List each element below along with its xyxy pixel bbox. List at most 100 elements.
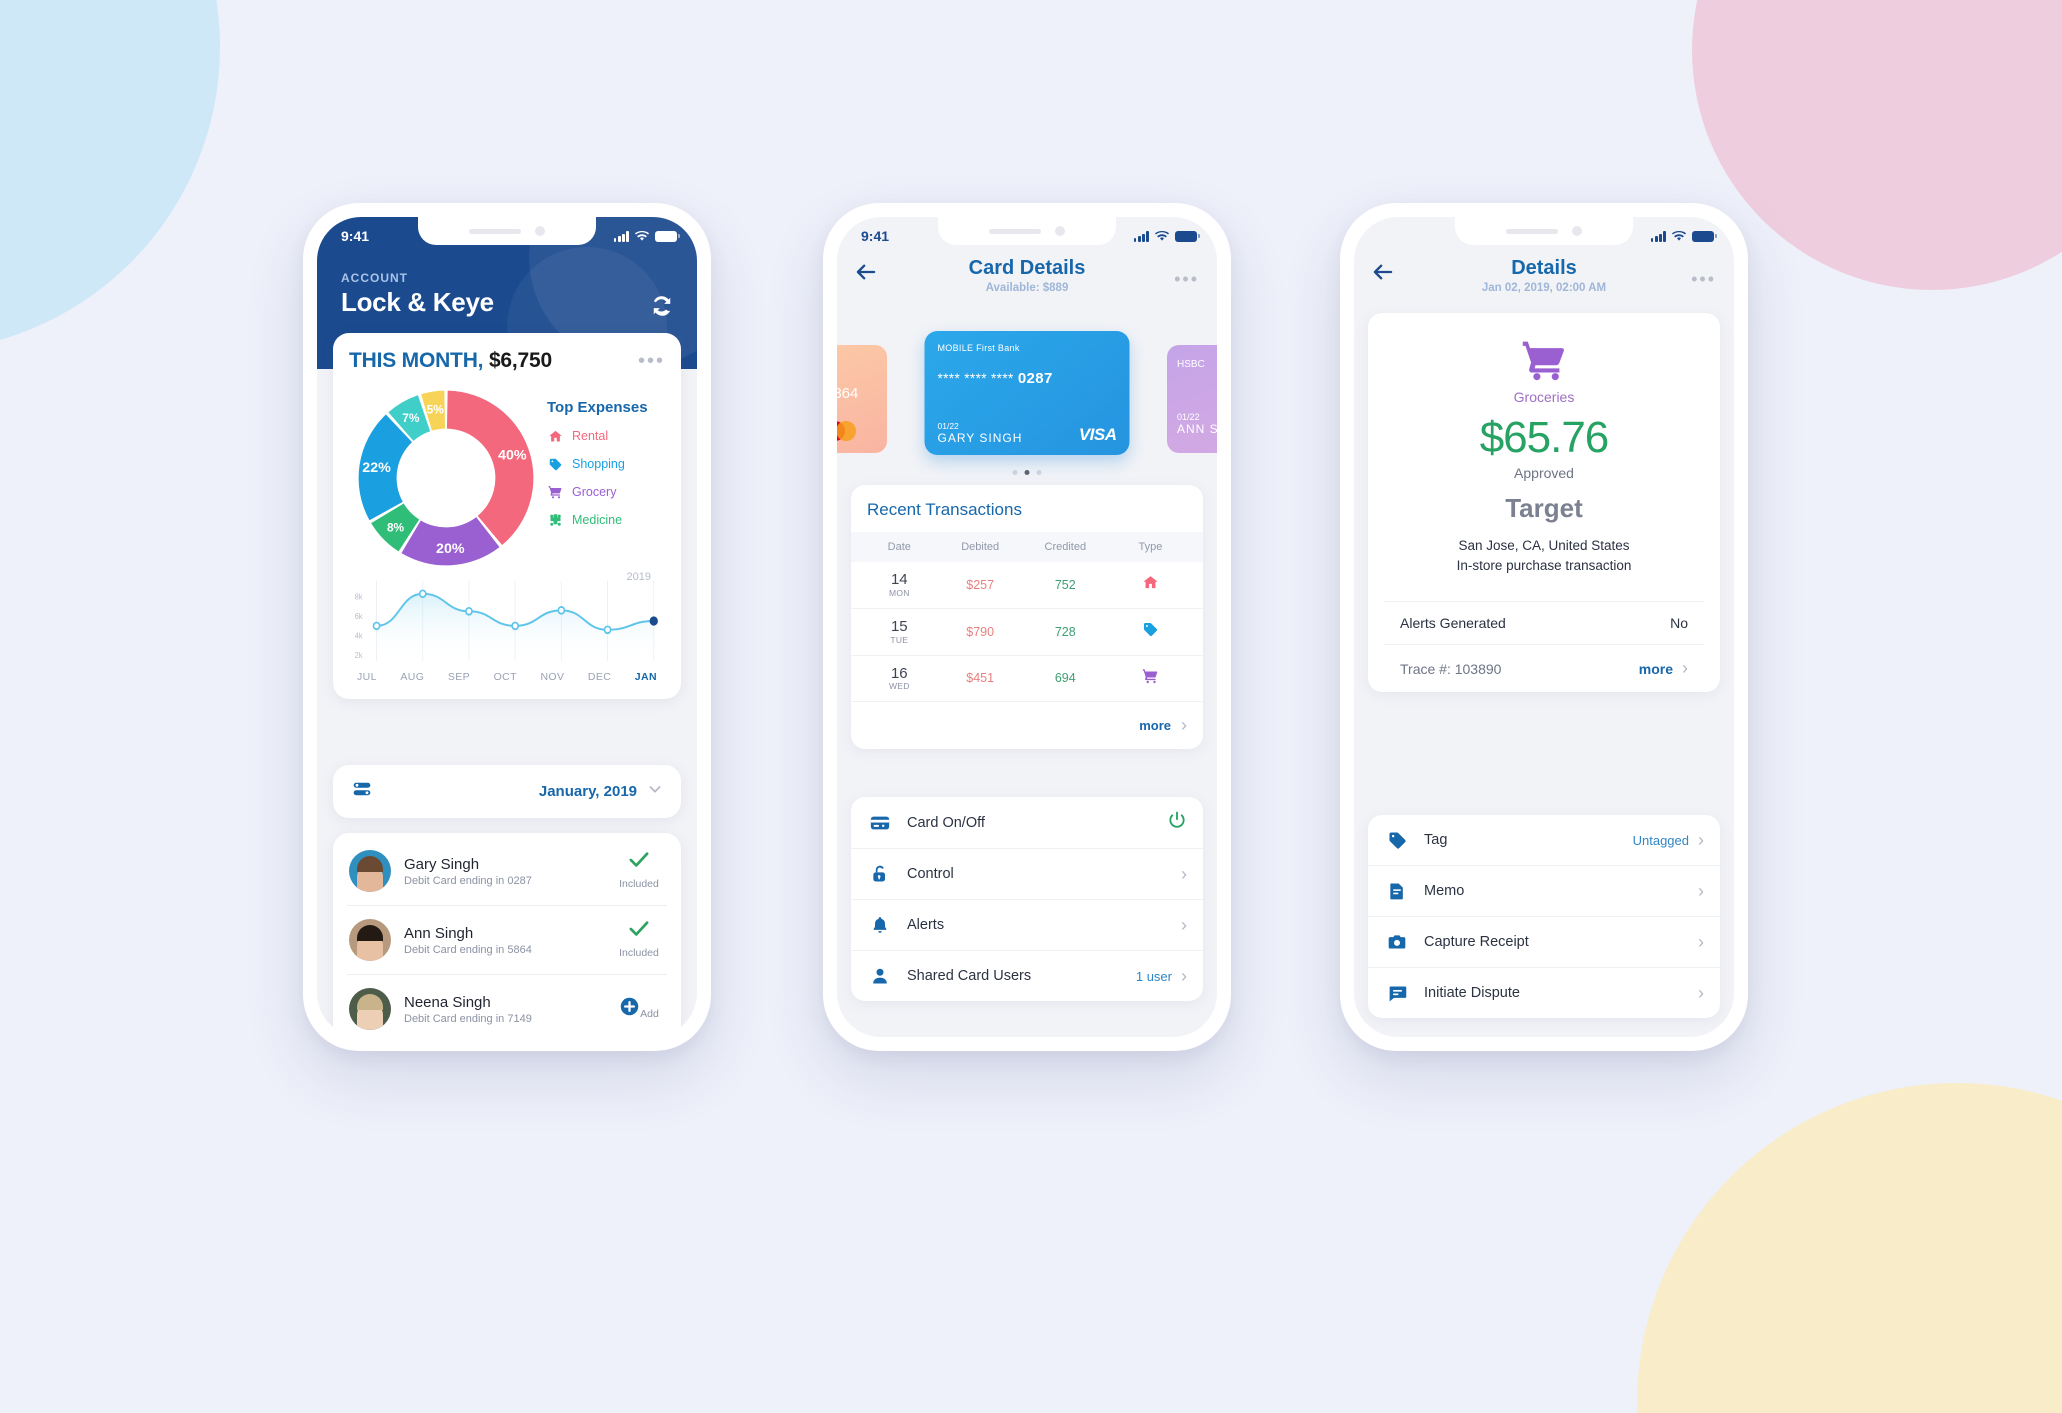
- detail-row-alerts: Alerts Generated No: [1384, 601, 1704, 644]
- data-point[interactable]: [418, 589, 427, 599]
- detail-row-trace[interactable]: Trace #: 103890 more ›: [1384, 644, 1704, 692]
- menu-item-card-onoff[interactable]: Card On/Off: [851, 797, 1203, 849]
- earpiece-speaker: [469, 228, 521, 234]
- account-name: Lock & Keye: [341, 287, 494, 317]
- card-carousel[interactable]: 5864 MOBILE First Bank **** **** **** 02…: [837, 331, 1217, 475]
- menu-item-tag[interactable]: Tag Untagged ›: [1368, 815, 1720, 866]
- legend-title: Top Expenses: [547, 399, 648, 416]
- menu-label: Shared Card Users: [907, 968, 1032, 984]
- menu-item-initiate-dispute[interactable]: Initiate Dispute ›: [1368, 968, 1720, 1018]
- card-holder-block: 01/22 GARY SINGH: [938, 421, 1023, 445]
- chevron-right-icon: ›: [1682, 658, 1688, 679]
- data-point[interactable]: [465, 606, 473, 616]
- line-chart-year-annotation: 2019: [626, 571, 651, 583]
- month-selector[interactable]: January, 2019: [333, 765, 681, 818]
- data-point[interactable]: [372, 621, 381, 631]
- monthly-spend-line-chart: 2019 2k 4k 6k 8k JUL AUG SEP OCT NOV DEC JAN: [353, 571, 661, 693]
- x-axis-tick-label: JUL: [357, 671, 377, 683]
- overflow-dots-icon[interactable]: •••: [1691, 269, 1716, 290]
- card-next-bank: HSBC: [1177, 359, 1205, 370]
- phone-notch: [938, 217, 1116, 245]
- trace-more-link[interactable]: more: [1639, 661, 1673, 677]
- card-previous[interactable]: 5864: [837, 345, 887, 453]
- transaction-amount: $65.76: [1479, 413, 1610, 462]
- card-number-last4: 0287: [1017, 370, 1053, 387]
- card-active[interactable]: MOBILE First Bank **** **** **** 0287 01…: [924, 331, 1130, 455]
- front-camera: [1055, 226, 1065, 236]
- table-column-header: Type: [1138, 541, 1163, 553]
- signal-icon: [1650, 230, 1666, 242]
- shared-users-list: Gary Singh Debit Card ending in 0287 Inclu…: [333, 833, 681, 1037]
- status-badge: Approved: [1514, 465, 1574, 481]
- menu-item-shared-users[interactable]: Shared Card Users 1 user ›: [851, 951, 1203, 1001]
- transactions-more-button[interactable]: more ›: [851, 702, 1203, 749]
- trace-label: Trace #: 103890: [1400, 661, 1639, 677]
- carousel-dot[interactable]: [1024, 470, 1030, 475]
- arrow-left-icon[interactable]: [1372, 263, 1394, 286]
- card-next[interactable]: HSBC 01/22 ANN S: [1167, 345, 1217, 453]
- menu-label: Control: [907, 866, 954, 882]
- chevron-right-icon: ›: [1698, 982, 1704, 1003]
- carousel-dot[interactable]: [1012, 470, 1018, 475]
- this-month-card: THIS MONTH, $6,750 ••• 40% 20% 8% 22% 7% 5% T…: [333, 333, 681, 699]
- table-row[interactable]: 16 WED $451 694: [851, 656, 1203, 703]
- user-action[interactable]: Included: [613, 920, 665, 961]
- plus-circle-icon[interactable]: [619, 997, 640, 1021]
- user-action[interactable]: Add: [613, 996, 665, 1022]
- visa-logo: VISA: [1078, 425, 1117, 444]
- menu-item-alerts[interactable]: Alerts ›: [851, 900, 1203, 951]
- check-icon[interactable]: [628, 851, 650, 873]
- chevron-right-icon: ›: [1181, 965, 1187, 986]
- legend-item-grocery[interactable]: Grocery: [547, 484, 648, 500]
- overflow-dots-icon[interactable]: •••: [1174, 269, 1199, 290]
- data-point-highlighted[interactable]: [649, 616, 658, 626]
- power-icon[interactable]: [1167, 810, 1187, 835]
- tag-value: Untagged: [1632, 832, 1689, 848]
- detail-key: Trace #:: [1400, 660, 1451, 677]
- user-name: Neena Singh: [404, 993, 491, 1011]
- page-title: Card Details: [968, 257, 1086, 279]
- card-bank-name: MOBILE First Bank: [937, 343, 1020, 353]
- sliders-icon[interactable]: [351, 779, 373, 804]
- carousel-dot[interactable]: [1036, 470, 1042, 475]
- carousel-pagination-dots[interactable]: [1012, 470, 1042, 475]
- user-info: Ann Singh Debit Card ending in 5864: [404, 925, 613, 956]
- recent-transactions-card: Recent Transactions Date Debited Credited T…: [851, 485, 1203, 750]
- user-card-info: Debit Card ending in 7149: [404, 1012, 532, 1025]
- menu-label: Card On/Off: [907, 814, 985, 831]
- table-row[interactable]: 15 TUE $790 728: [851, 609, 1203, 656]
- data-point[interactable]: [511, 621, 520, 631]
- table-column-header: Debited: [961, 541, 1000, 553]
- card-number-masked: **** **** ****: [937, 371, 1014, 386]
- selected-month-label: January, 2019: [538, 783, 637, 800]
- menu-item-capture-receipt[interactable]: Capture Receipt ›: [1368, 917, 1720, 968]
- menu-item-memo[interactable]: Memo ›: [1368, 866, 1720, 917]
- check-icon[interactable]: [628, 920, 650, 942]
- camera-icon: [1384, 930, 1410, 954]
- user-action[interactable]: Included: [613, 851, 665, 892]
- chevron-down-icon[interactable]: [647, 781, 663, 802]
- data-point[interactable]: [557, 606, 566, 615]
- phone-notch: [418, 217, 596, 245]
- data-point[interactable]: [603, 625, 612, 635]
- table-row[interactable]: 14 MON $257 752: [851, 562, 1203, 609]
- menu-item-control[interactable]: Control ›: [851, 849, 1203, 900]
- credit-card-icon: [867, 811, 893, 835]
- legend-item-medicine[interactable]: Medicine: [547, 512, 648, 528]
- list-item[interactable]: Neena Singh Debit Card ending in 7149 Add: [347, 975, 667, 1037]
- tag-icon: [1108, 621, 1193, 643]
- transaction-debited: $257: [966, 577, 995, 592]
- transaction-day: 16: [890, 664, 908, 682]
- phone-mockup-card-details: 9:41 Card Details Available: $889 ••• 58…: [823, 203, 1231, 1051]
- x-axis-tick-label: DEC: [587, 671, 612, 683]
- refresh-icon[interactable]: [649, 293, 675, 319]
- arrow-left-icon[interactable]: [855, 263, 877, 286]
- donut-slice-label: 7%: [402, 411, 420, 425]
- legend-item-rental[interactable]: Rental: [547, 428, 648, 444]
- list-item[interactable]: Gary Singh Debit Card ending in 0287 Inclu…: [347, 837, 667, 906]
- list-item[interactable]: Ann Singh Debit Card ending in 5864 Includ…: [347, 906, 667, 975]
- legend-item-shopping[interactable]: Shopping: [547, 456, 648, 472]
- donut-slice[interactable]: [446, 390, 534, 546]
- page-title: Details: [1511, 257, 1577, 279]
- overflow-dots-icon[interactable]: •••: [638, 351, 665, 371]
